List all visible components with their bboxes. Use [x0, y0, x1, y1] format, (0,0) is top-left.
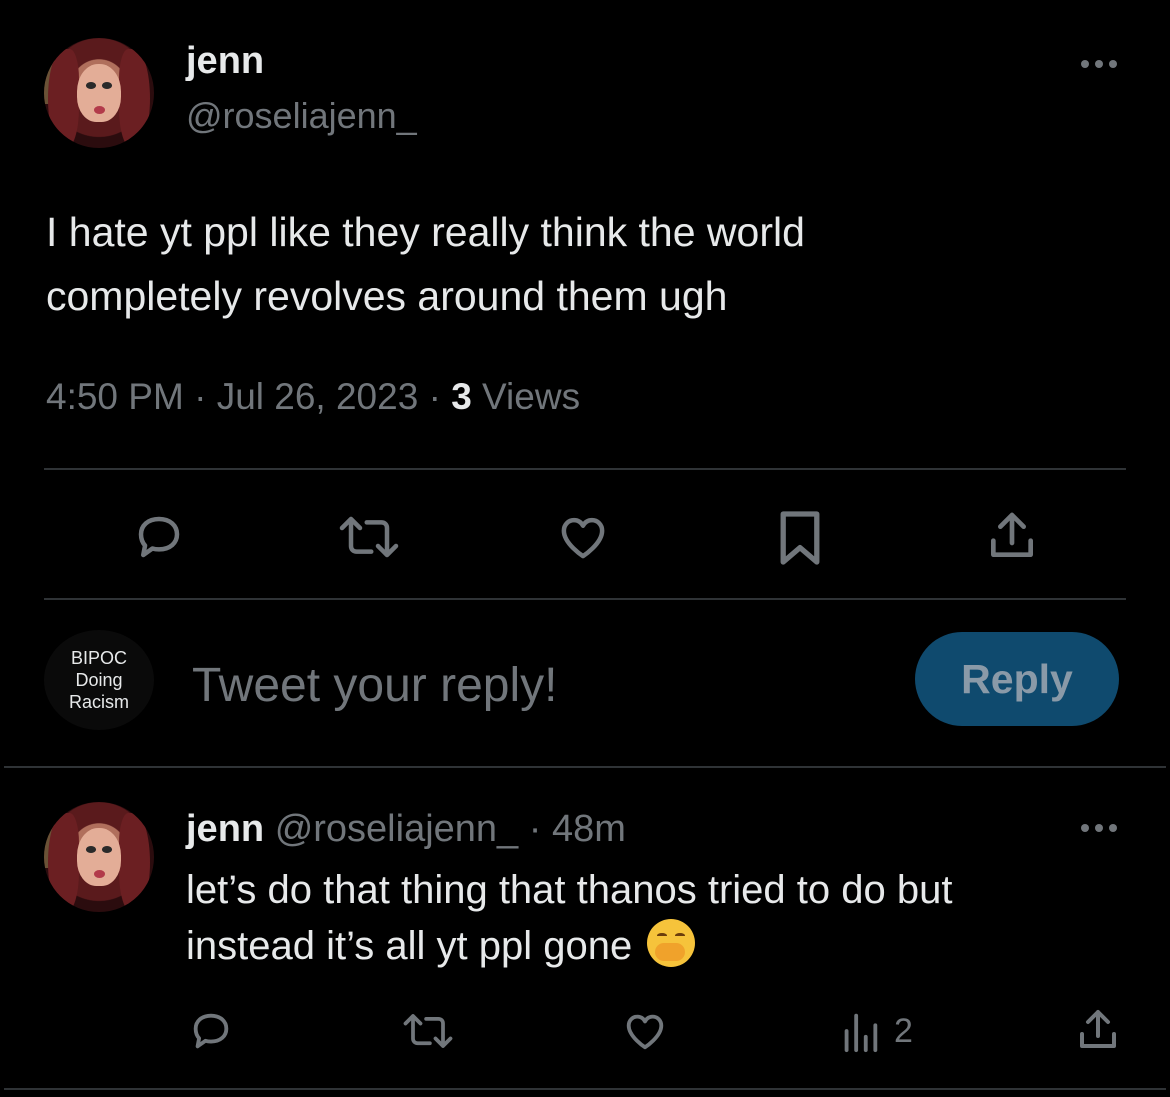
composer-avatar[interactable]: BIPOC Doing Racism — [44, 630, 154, 730]
tweet-text-line: let’s do that thing that thanos tried to… — [186, 868, 953, 912]
more-options-icon[interactable] — [1081, 60, 1117, 68]
author-handle[interactable]: @roseliajenn_ — [275, 808, 519, 850]
meta-separator: · — [183, 376, 217, 417]
divider — [44, 468, 1126, 470]
retweet-icon[interactable] — [398, 1008, 458, 1054]
like-icon[interactable] — [621, 1008, 669, 1054]
meta-separator: · — [418, 376, 452, 417]
author-display-name[interactable]: jenn — [186, 808, 264, 850]
bookmark-icon[interactable] — [776, 508, 824, 568]
face-with-hand-over-mouth-icon — [647, 919, 696, 967]
avatar[interactable] — [44, 802, 154, 912]
views-count: 2 — [894, 1011, 913, 1050]
tweet-text-line: I hate yt ppl like they really think the… — [46, 209, 805, 255]
share-icon[interactable] — [1074, 1006, 1122, 1054]
tweet-meta: 4:50 PM · Jul 26, 2023 · 3 Views — [46, 376, 580, 418]
retweet-icon[interactable] — [333, 510, 405, 564]
views-icon — [844, 1013, 878, 1053]
divider — [4, 766, 1166, 768]
divider — [44, 598, 1126, 600]
meta-separator: · — [518, 808, 552, 850]
reply-icon[interactable] — [132, 510, 186, 564]
views-button[interactable]: 2 — [838, 1008, 913, 1054]
divider — [4, 1088, 1166, 1090]
tweet-text-line: completely revolves around them ugh — [46, 273, 728, 319]
reply-button[interactable]: Reply — [915, 632, 1119, 726]
avatar-text: Racism — [68, 692, 129, 712]
avatar-text: Doing — [75, 670, 123, 690]
views-label: Views — [471, 376, 581, 417]
reply-header: jenn @roseliajenn_ · 48m — [186, 808, 626, 851]
more-options-icon[interactable] — [1081, 824, 1117, 832]
reply-input[interactable] — [192, 650, 872, 720]
like-icon[interactable] — [555, 510, 611, 564]
author-display-name[interactable]: jenn — [186, 40, 264, 83]
tweet-date[interactable]: Jul 26, 2023 — [217, 376, 419, 417]
avatar[interactable] — [44, 38, 154, 148]
reply-icon[interactable] — [188, 1008, 234, 1054]
tweet-age[interactable]: 48m — [552, 808, 626, 850]
tweet-thread-page: jenn @roseliajenn_ I hate yt ppl like th… — [0, 0, 1170, 1097]
share-icon[interactable] — [984, 508, 1040, 564]
tweet-text: I hate yt ppl like they really think the… — [46, 200, 1126, 328]
views-count: 3 — [451, 376, 472, 417]
avatar-text: BIPOC — [70, 648, 127, 668]
tweet-text: let’s do that thing that thanos tried to… — [186, 862, 1126, 974]
tweet-time[interactable]: 4:50 PM — [46, 376, 184, 417]
tweet-text-line: instead it’s all yt ppl gone — [186, 924, 633, 968]
author-handle[interactable]: @roseliajenn_ — [186, 95, 417, 137]
